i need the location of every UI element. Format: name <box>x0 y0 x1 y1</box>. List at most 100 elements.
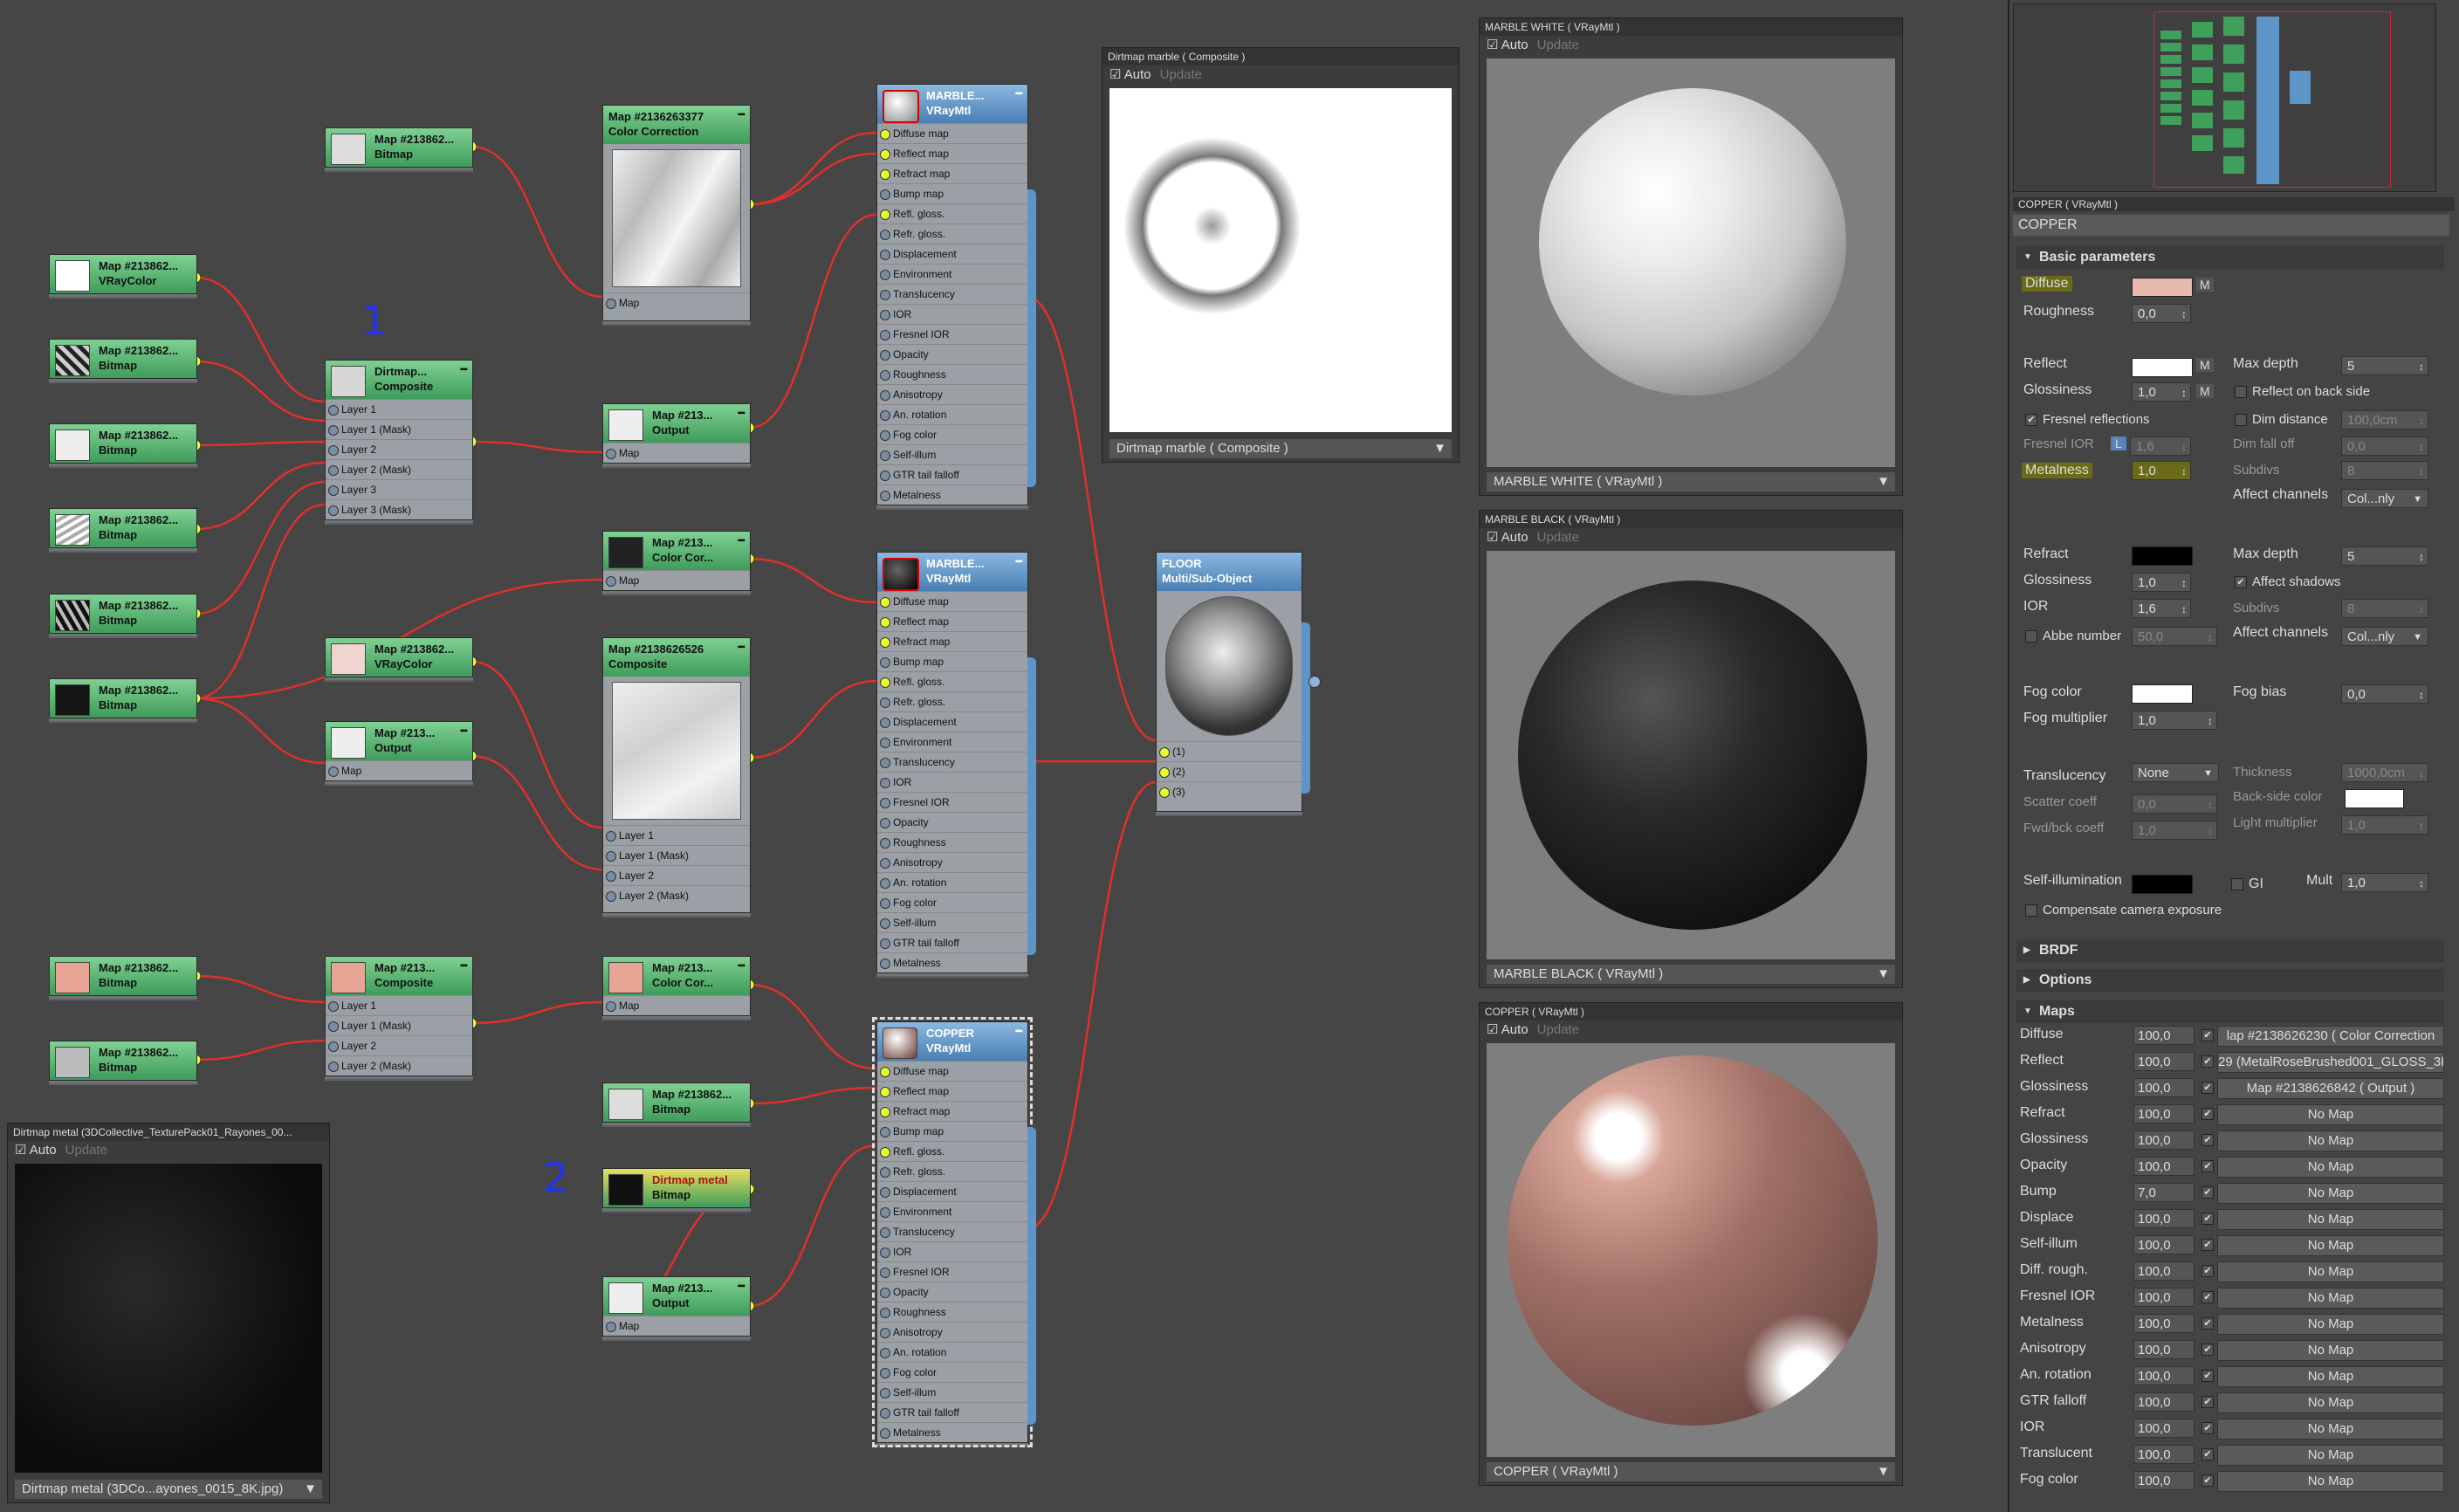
node-color-correction-2[interactable]: Map #213... Color Cor... ━ Map <box>602 531 751 591</box>
dropdown-arrow-icon[interactable]: ▼ <box>1877 1462 1890 1481</box>
port-environment[interactable]: Environment <box>877 1201 1027 1221</box>
reflect-max-depth-spinner[interactable]: 5 <box>2341 356 2428 376</box>
map-amount-spinner[interactable]: 100,0 <box>2133 1288 2195 1307</box>
port-refract-map[interactable]: Refract map <box>877 631 1027 651</box>
map-slot-button[interactable]: No Map <box>2217 1131 2444 1151</box>
port-layer-2-mask[interactable]: Layer 2 (Mask) <box>326 459 472 479</box>
node-bitmap-f[interactable]: Map #213862... Bitmap <box>49 956 197 996</box>
map-enable-checkbox[interactable]: ✔ <box>2201 1082 2214 1094</box>
node-dirtmap-composite[interactable]: Dirtmap... Composite ━ Layer 1 Layer 1 (Ma… <box>325 360 473 520</box>
port-fresnel-ior[interactable]: Fresnel IOR <box>877 792 1027 812</box>
translucency-dropdown[interactable]: None <box>2132 763 2219 783</box>
map-enable-checkbox[interactable]: ✔ <box>2201 1134 2214 1146</box>
map-enable-checkbox[interactable]: ✔ <box>2201 1448 2214 1460</box>
port-layer-2[interactable]: Layer 2 <box>603 865 750 885</box>
subdivs-spinner[interactable]: 8 <box>2341 461 2428 481</box>
fwd-bck-coeff-spinner[interactable]: 1,0 <box>2132 821 2217 841</box>
reflect-glossiness-spinner[interactable]: 1,0 <box>2132 382 2191 402</box>
port-map[interactable]: Map <box>603 995 750 1015</box>
fresnel-ior-lock-button[interactable]: L <box>2111 436 2126 450</box>
node-color-correction-1[interactable]: Map #2136263377 Color Correction ━ Map <box>602 105 751 321</box>
node-bitmap-b[interactable]: Map #213862... Bitmap <box>49 423 197 464</box>
port-refract-map[interactable]: Refract map <box>877 163 1027 183</box>
port-layer-3[interactable]: Layer 3 <box>326 479 472 499</box>
refract-glossiness-spinner[interactable]: 1,0 <box>2132 573 2191 593</box>
node-output-1[interactable]: Map #213... Output ━ Map <box>602 403 751 464</box>
map-enable-checkbox[interactable]: ✔ <box>2201 1396 2214 1408</box>
port-environment[interactable]: Environment <box>877 264 1027 284</box>
map-slot-button[interactable]: No Map <box>2217 1235 2444 1256</box>
port-translucency[interactable]: Translucency <box>877 1221 1027 1241</box>
map-slot-button[interactable]: Map #2138626842 ( Output ) <box>2217 1078 2444 1099</box>
map-enable-checkbox[interactable]: ✔ <box>2201 1108 2214 1120</box>
port-displacement[interactable]: Displacement <box>877 711 1027 732</box>
map-enable-checkbox[interactable]: ✔ <box>2201 1291 2214 1303</box>
port-gtr-tail-falloff[interactable]: GTR tail falloff <box>877 464 1027 485</box>
port-refract-map[interactable]: Refract map <box>877 1101 1027 1121</box>
port-opacity[interactable]: Opacity <box>877 1282 1027 1302</box>
reflect-back-checkbox[interactable] <box>2235 386 2247 398</box>
map-slot-button[interactable]: No Map <box>2217 1392 2444 1413</box>
auto-checkbox[interactable]: ☑ <box>1109 67 1124 82</box>
port-fog-color[interactable]: Fog color <box>877 1362 1027 1382</box>
affect-shadows-checkbox[interactable]: ✔ <box>2235 576 2247 588</box>
port-opacity[interactable]: Opacity <box>877 812 1027 832</box>
map-slot-button[interactable]: No Map <box>2217 1261 2444 1282</box>
dim-distance-checkbox[interactable] <box>2235 414 2247 426</box>
material-name-field[interactable]: COPPER <box>2013 215 2449 236</box>
section-brdf[interactable]: BRDF <box>2016 939 2444 962</box>
port-ior[interactable]: IOR <box>877 1241 1027 1261</box>
fog-bias-spinner[interactable]: 0,0 <box>2341 684 2428 704</box>
diffuse-map-button[interactable]: M <box>2196 278 2214 292</box>
dim-distance-spinner[interactable]: 100,0cm <box>2341 410 2428 430</box>
port-self-illum[interactable]: Self-illum <box>877 1382 1027 1402</box>
preview-dirtmap-marble[interactable]: Dirtmap marble ( Composite ) ☑ Auto Updat… <box>1102 47 1460 463</box>
dropdown-arrow-icon[interactable]: ▼ <box>1433 439 1446 458</box>
map-slot-button[interactable]: No Map <box>2217 1209 2444 1230</box>
metalness-spinner[interactable]: 1,0 <box>2132 461 2191 481</box>
reflect-color-swatch[interactable] <box>2132 358 2193 377</box>
auto-checkbox[interactable]: ☑ <box>1487 38 1501 52</box>
map-amount-spinner[interactable]: 100,0 <box>2133 1052 2195 1071</box>
port-metalness[interactable]: Metalness <box>877 1422 1027 1442</box>
gi-checkbox[interactable] <box>2231 878 2243 890</box>
refract-affect-channels-dropdown[interactable]: Col...nly <box>2341 627 2428 647</box>
dropdown-arrow-icon[interactable]: ▼ <box>1877 965 1890 984</box>
port-layer-1[interactable]: Layer 1 <box>326 399 472 419</box>
map-enable-checkbox[interactable]: ✔ <box>2201 1370 2214 1382</box>
preview-marble-black[interactable]: MARBLE BLACK ( VRayMtl ) ☑ Auto Update MA… <box>1479 510 1903 988</box>
port-bump-map[interactable]: Bump map <box>877 651 1027 671</box>
port-anisotropy[interactable]: Anisotropy <box>877 1322 1027 1342</box>
port-translucency[interactable]: Translucency <box>877 284 1027 304</box>
map-slot-button[interactable]: No Map <box>2217 1288 2444 1309</box>
update-button[interactable]: Update <box>1537 530 1579 545</box>
fresnel-checkbox[interactable]: ✔ <box>2025 414 2037 426</box>
port-fresnel-ior[interactable]: Fresnel IOR <box>877 324 1027 344</box>
map-slot-button[interactable]: No Map <box>2217 1314 2444 1335</box>
map-slot-button[interactable]: No Map <box>2217 1445 2444 1466</box>
port-layer-1[interactable]: Layer 1 <box>603 825 750 845</box>
node-composite-3[interactable]: Map #213... Composite ━ Layer 1 Layer 1 (M… <box>325 956 473 1076</box>
port-map[interactable]: Map <box>603 292 750 313</box>
update-button[interactable]: Update <box>1537 38 1579 52</box>
port-sub-3[interactable]: (3) <box>1157 781 1302 801</box>
port-refr-gloss[interactable]: Refr. gloss. <box>877 691 1027 711</box>
map-slot-button[interactable]: No Map <box>2217 1471 2444 1492</box>
map-enable-checkbox[interactable]: ✔ <box>2201 1055 2214 1068</box>
port-fresnel-ior[interactable]: Fresnel IOR <box>877 1261 1027 1282</box>
map-slot-button[interactable]: No Map <box>2217 1183 2444 1204</box>
port-diffuse-map[interactable]: Diffuse map <box>877 123 1027 143</box>
port-map[interactable]: Map <box>603 1316 750 1336</box>
port-layer-2-mask[interactable]: Layer 2 (Mask) <box>326 1055 472 1076</box>
map-enable-checkbox[interactable]: ✔ <box>2201 1029 2214 1041</box>
port-layer-1-mask[interactable]: Layer 1 (Mask) <box>326 1015 472 1035</box>
port-roughness[interactable]: Roughness <box>877 832 1027 852</box>
port-layer-1-mask[interactable]: Layer 1 (Mask) <box>603 845 750 865</box>
port-fog-color[interactable]: Fog color <box>877 424 1027 444</box>
map-amount-spinner[interactable]: 100,0 <box>2133 1419 2195 1438</box>
map-enable-checkbox[interactable]: ✔ <box>2201 1213 2214 1225</box>
map-enable-checkbox[interactable]: ✔ <box>2201 1160 2214 1172</box>
map-amount-spinner[interactable]: 100,0 <box>2133 1261 2195 1281</box>
map-enable-checkbox[interactable]: ✔ <box>2201 1422 2214 1434</box>
node-bitmap-d[interactable]: Map #213862... Bitmap <box>49 594 197 634</box>
